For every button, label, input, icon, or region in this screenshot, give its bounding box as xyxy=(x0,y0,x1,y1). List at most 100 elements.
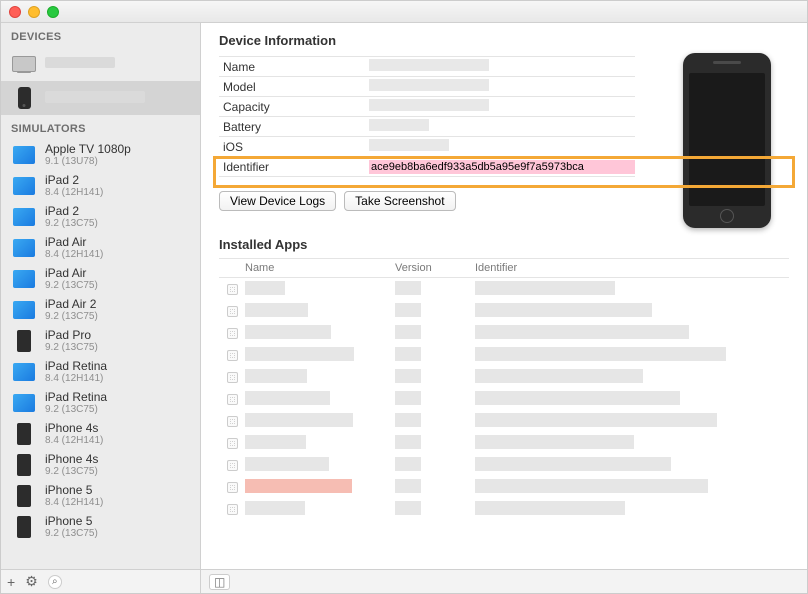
info-value-blurred xyxy=(369,79,489,91)
app-name-blurred xyxy=(245,413,353,427)
app-name-blurred xyxy=(245,435,306,449)
simulator-name: iPad 2 xyxy=(45,173,190,187)
app-row[interactable] xyxy=(219,454,789,476)
info-value-blurred xyxy=(369,119,429,131)
device-black-icon xyxy=(17,454,31,476)
app-row[interactable] xyxy=(219,410,789,432)
app-row[interactable] xyxy=(219,476,789,498)
simulator-name: iPad Air 2 xyxy=(45,297,190,311)
simulator-version: 9.2 (13C75) xyxy=(45,218,190,229)
simulator-version: 9.2 (13C75) xyxy=(45,342,190,353)
app-name-blurred xyxy=(245,479,352,493)
app-name-blurred xyxy=(245,303,308,317)
app-name-blurred xyxy=(245,391,330,405)
app-name-blurred xyxy=(245,457,329,471)
app-version-blurred xyxy=(395,347,421,361)
device-blue-icon xyxy=(13,146,35,164)
app-identifier-blurred xyxy=(475,281,615,295)
app-name-blurred xyxy=(245,281,285,295)
apps-header-version[interactable]: Version xyxy=(395,262,475,274)
simulator-name: iPad Air xyxy=(45,235,190,249)
simulator-name: iPad 2 xyxy=(45,204,190,218)
app-version-blurred xyxy=(395,501,421,515)
simulator-item[interactable]: iPad 29.2 (13C75) xyxy=(1,201,200,232)
app-version-blurred xyxy=(395,457,421,471)
info-label-ios: iOS xyxy=(219,140,369,154)
simulator-item[interactable]: iPad Retina9.2 (13C75) xyxy=(1,387,200,418)
device-item-iphone[interactable] xyxy=(1,81,200,115)
app-identifier-blurred xyxy=(475,347,726,361)
app-identifier-blurred xyxy=(475,369,643,383)
settings-gear-icon[interactable]: ⚙ xyxy=(25,573,38,590)
simulator-item[interactable]: iPad Air9.2 (13C75) xyxy=(1,263,200,294)
simulator-version: 8.4 (12H141) xyxy=(45,187,190,198)
mac-icon xyxy=(12,56,36,72)
app-identifier-blurred xyxy=(475,501,625,515)
main-panel: Device Information Name Model Capacity B… xyxy=(201,23,807,593)
simulator-item[interactable]: iPhone 4s8.4 (12H141) xyxy=(1,418,200,449)
app-icon-placeholder xyxy=(227,460,238,471)
info-value-identifier[interactable]: ace9eb8ba6edf933a5db5a95e9f7a5973bca xyxy=(369,160,635,174)
simulator-name: iPhone 5 xyxy=(45,483,190,497)
info-value-blurred xyxy=(369,139,449,151)
info-value-blurred xyxy=(369,99,489,111)
info-label-name: Name xyxy=(219,60,369,74)
sidebar-section-devices: DEVICES xyxy=(1,23,200,47)
app-row[interactable] xyxy=(219,388,789,410)
app-identifier-blurred xyxy=(475,325,689,339)
app-identifier-blurred xyxy=(475,435,634,449)
simulator-item[interactable]: iPad 28.4 (12H141) xyxy=(1,170,200,201)
simulator-item[interactable]: Apple TV 1080p9.1 (13U78) xyxy=(1,139,200,170)
app-icon-placeholder xyxy=(227,372,238,383)
app-row[interactable] xyxy=(219,322,789,344)
xcode-devices-window: DEVICES SIMULATORS Apple TV 1080p9.1 (13… xyxy=(0,0,808,594)
window-minimize-button[interactable] xyxy=(28,6,40,18)
device-info-table: Name Model Capacity Battery iOS Identifi… xyxy=(219,56,635,177)
simulator-name: iPad Air xyxy=(45,266,190,280)
simulator-item[interactable]: iPhone 59.2 (13C75) xyxy=(1,511,200,542)
simulator-item[interactable]: iPad Pro9.2 (13C75) xyxy=(1,325,200,356)
app-version-blurred xyxy=(395,369,421,383)
app-identifier-blurred xyxy=(475,413,717,427)
take-screenshot-button[interactable]: Take Screenshot xyxy=(344,191,455,211)
app-row[interactable] xyxy=(219,432,789,454)
device-black-icon xyxy=(17,485,31,507)
device-blue-icon xyxy=(13,270,35,288)
apps-header-name[interactable]: Name xyxy=(245,262,395,274)
simulator-version: 9.2 (13C75) xyxy=(45,280,190,291)
device-item-mac[interactable] xyxy=(1,47,200,81)
app-version-blurred xyxy=(395,325,421,339)
apps-header-identifier[interactable]: Identifier xyxy=(475,262,789,274)
add-button[interactable]: + xyxy=(7,574,15,590)
filter-icon[interactable]: ⌕ xyxy=(48,575,62,589)
app-icon-placeholder xyxy=(227,284,238,295)
simulator-item[interactable]: iPad Air 29.2 (13C75) xyxy=(1,294,200,325)
app-row[interactable] xyxy=(219,300,789,322)
app-icon-placeholder xyxy=(227,416,238,427)
main-footer: ◫ xyxy=(201,569,807,593)
view-device-logs-button[interactable]: View Device Logs xyxy=(219,191,336,211)
app-identifier-blurred xyxy=(475,479,708,493)
simulator-item[interactable]: iPad Air8.4 (12H141) xyxy=(1,232,200,263)
console-toggle-icon[interactable]: ◫ xyxy=(209,574,230,590)
app-row[interactable] xyxy=(219,278,789,300)
info-value-blurred xyxy=(369,59,489,71)
simulator-item[interactable]: iPhone 4s9.2 (13C75) xyxy=(1,449,200,480)
window-close-button[interactable] xyxy=(9,6,21,18)
app-row[interactable] xyxy=(219,498,789,520)
app-row[interactable] xyxy=(219,344,789,366)
app-name-blurred xyxy=(245,369,307,383)
app-row[interactable] xyxy=(219,366,789,388)
app-name-blurred xyxy=(245,325,331,339)
app-icon-placeholder xyxy=(227,482,238,493)
app-icon-placeholder xyxy=(227,504,238,515)
app-identifier-blurred xyxy=(475,303,652,317)
simulator-name: iPad Retina xyxy=(45,390,190,404)
simulator-version: 8.4 (12H141) xyxy=(45,373,190,384)
window-body: DEVICES SIMULATORS Apple TV 1080p9.1 (13… xyxy=(1,23,807,593)
simulator-item[interactable]: iPhone 58.4 (12H141) xyxy=(1,480,200,511)
simulator-item[interactable]: iPad Retina8.4 (12H141) xyxy=(1,356,200,387)
window-zoom-button[interactable] xyxy=(47,6,59,18)
app-identifier-blurred xyxy=(475,457,671,471)
window-titlebar[interactable] xyxy=(1,1,807,23)
